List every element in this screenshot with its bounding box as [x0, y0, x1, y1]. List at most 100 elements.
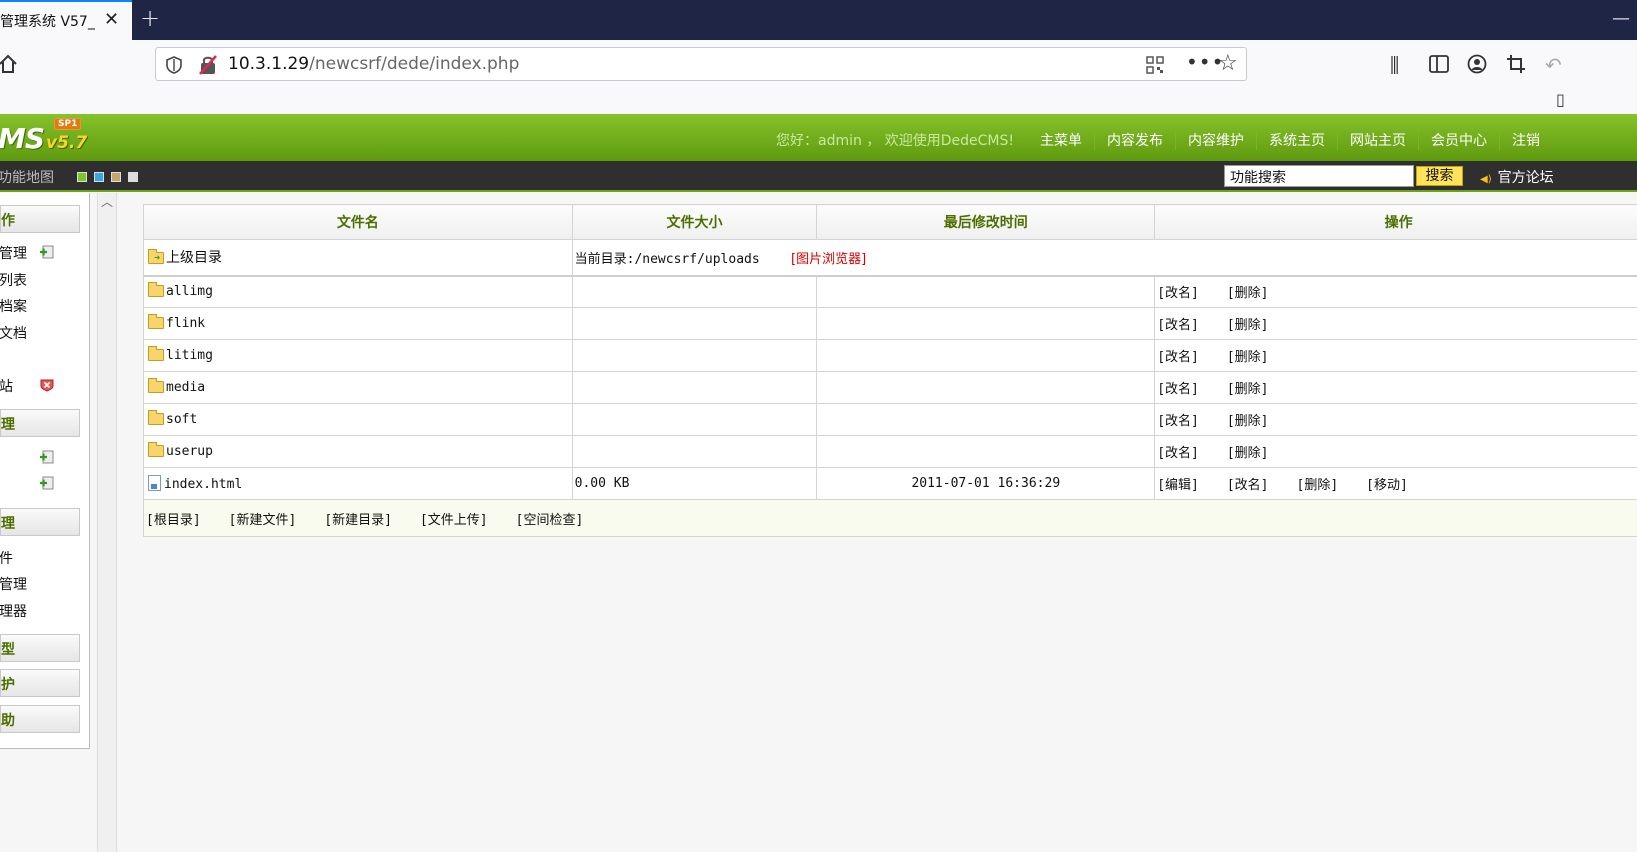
folder-link[interactable]: media	[166, 380, 205, 395]
browser-nav-bar: 10.3.1.29/newcsrf/dede/index.php ••• ☆ ⫼…	[0, 40, 1637, 114]
new-file-link[interactable]: [新建文件]	[229, 509, 297, 528]
col-filesize: 文件大小	[571, 204, 818, 240]
rename-link[interactable]: [改名]	[1157, 314, 1199, 333]
new-dir-link[interactable]: [新建目录]	[324, 509, 392, 528]
sidebar-toggle-icon[interactable]	[1429, 55, 1449, 73]
close-tab-icon[interactable]: ✕	[104, 9, 119, 30]
folder-link[interactable]: flink	[166, 316, 205, 331]
folder-icon	[148, 282, 164, 298]
folder-icon	[148, 442, 164, 457]
undo-icon[interactable]: ↶	[1545, 53, 1562, 77]
root-dir-link[interactable]: [根目录]	[146, 509, 201, 528]
scroll-up-icon[interactable]: ︿	[101, 193, 113, 210]
table-row: media [改名] [删除]	[143, 371, 1637, 404]
home-icon[interactable]	[0, 52, 18, 76]
menu-item[interactable]: 站	[0, 376, 13, 396]
menu-item[interactable]: 管理	[0, 243, 27, 263]
menu-item[interactable]: 理器	[0, 601, 27, 621]
frame-splitter[interactable]: ︿	[97, 193, 117, 852]
browser-tab[interactable]: 管理系统 V57_U ✕	[0, 0, 132, 40]
delete-link[interactable]: [删除]	[1227, 282, 1269, 301]
table-row: index.html 0.00 KB 2011-07-01 16:36:29 […	[143, 467, 1637, 500]
space-check-link[interactable]: [空间检查]	[516, 509, 584, 528]
col-actions: 操作	[1154, 204, 1637, 240]
library-icon[interactable]: ⫼	[1390, 53, 1399, 77]
qr-code-icon[interactable]	[1146, 56, 1164, 74]
menu-section-header[interactable]: 护	[0, 669, 80, 697]
delete-link[interactable]: [删除]	[1227, 378, 1269, 397]
welcome-text: 您好：admin ， 欢迎使用DedeCMS!	[776, 133, 1015, 149]
table-row: litimg [改名] [删除]	[143, 339, 1637, 372]
new-tab-button[interactable]: +	[140, 4, 160, 32]
account-icon[interactable]	[1467, 54, 1487, 74]
rename-link[interactable]: [改名]	[1157, 346, 1199, 365]
nav-main-menu[interactable]: 主菜单	[1028, 130, 1094, 150]
file-size: 0.00 KB	[571, 467, 818, 500]
insecure-lock-icon[interactable]	[198, 54, 218, 76]
upload-file-link[interactable]: [文件上传]	[420, 509, 488, 528]
delete-link[interactable]: [删除]	[1227, 346, 1269, 365]
menu-section-header[interactable]: 作	[0, 205, 80, 233]
recycle-bin-icon[interactable]	[40, 378, 54, 392]
table-row: allimg [改名] [删除]	[143, 275, 1637, 308]
url-text[interactable]: 10.3.1.29/newcsrf/dede/index.php	[228, 54, 519, 74]
skin-gray-icon[interactable]	[128, 172, 138, 182]
function-search-input[interactable]: 功能搜索	[1224, 165, 1414, 187]
add-doc-icon[interactable]	[40, 450, 54, 464]
parent-dir-cell[interactable]: ➜ 上级目录	[143, 239, 573, 277]
rename-link[interactable]: [改名]	[1157, 410, 1199, 429]
menu-item[interactable]: 管理	[0, 574, 27, 594]
url-host: 10.3.1.29	[228, 54, 310, 74]
sitemap-link[interactable]: 功能地图	[0, 167, 54, 187]
col-filename: 文件名	[143, 204, 573, 240]
nav-content-maintain[interactable]: 内容维护	[1175, 130, 1256, 150]
parent-folder-icon: ➜	[146, 249, 166, 266]
folder-link[interactable]: soft	[166, 412, 197, 427]
minimize-icon[interactable]: —	[1612, 8, 1630, 29]
nav-member-center[interactable]: 会员中心	[1418, 130, 1499, 150]
menu-section-header[interactable]: 理	[0, 508, 80, 536]
menu-item[interactable]: 件	[0, 548, 13, 568]
official-forum-link[interactable]: ◀) 官方论坛	[1480, 167, 1554, 187]
parent-dir-link[interactable]: 上级目录	[166, 250, 222, 266]
nav-content-publish[interactable]: 内容发布	[1094, 130, 1175, 150]
add-doc-icon[interactable]	[40, 476, 54, 490]
menu-section-header[interactable]: 型	[0, 634, 80, 662]
browser-tab-bar: 管理系统 V57_U ✕ + —	[0, 0, 1637, 40]
rename-link[interactable]: [改名]	[1227, 474, 1269, 493]
file-link[interactable]: index.html	[164, 477, 242, 492]
delete-link[interactable]: [删除]	[1227, 314, 1269, 333]
delete-link[interactable]: [删除]	[1227, 410, 1269, 429]
edit-link[interactable]: [编辑]	[1157, 474, 1199, 493]
skin-brown-icon[interactable]	[111, 172, 121, 182]
bookmark-star-icon[interactable]: ☆	[1218, 51, 1238, 76]
skin-blue-icon[interactable]	[94, 172, 104, 182]
menu-item[interactable]: 列表	[0, 270, 27, 290]
move-link[interactable]: [移动]	[1366, 474, 1408, 493]
nav-site-home[interactable]: 网站主页	[1337, 130, 1418, 150]
cms-version: v5.7	[46, 133, 88, 153]
skin-green-icon[interactable]	[77, 172, 87, 182]
nav-logout[interactable]: 注销	[1499, 130, 1552, 150]
image-browser-link[interactable]: [图片浏览器]	[791, 252, 866, 267]
shield-icon[interactable]	[166, 56, 182, 74]
menu-item[interactable]: 文档	[0, 323, 27, 343]
address-bar[interactable]: 10.3.1.29/newcsrf/dede/index.php ••• ☆	[155, 47, 1247, 81]
device-icon[interactable]: ▯	[1556, 90, 1565, 109]
rename-link[interactable]: [改名]	[1157, 378, 1199, 397]
crop-icon[interactable]	[1506, 54, 1526, 74]
menu-item[interactable]: 档案	[0, 296, 27, 316]
add-doc-icon[interactable]	[40, 245, 54, 259]
search-button[interactable]: 搜索	[1416, 166, 1463, 186]
rename-link[interactable]: [改名]	[1157, 442, 1199, 461]
nav-system-home[interactable]: 系统主页	[1256, 130, 1337, 150]
folder-link[interactable]: litimg	[166, 348, 213, 363]
delete-link[interactable]: [删除]	[1297, 474, 1339, 493]
menu-section-header[interactable]: 助	[0, 705, 80, 733]
menu-section-header[interactable]: 理	[0, 409, 80, 437]
folder-link[interactable]: userup	[166, 444, 213, 459]
folder-icon	[148, 314, 164, 329]
folder-link[interactable]: allimg	[166, 284, 213, 299]
rename-link[interactable]: [改名]	[1157, 282, 1199, 301]
delete-link[interactable]: [删除]	[1227, 442, 1269, 461]
